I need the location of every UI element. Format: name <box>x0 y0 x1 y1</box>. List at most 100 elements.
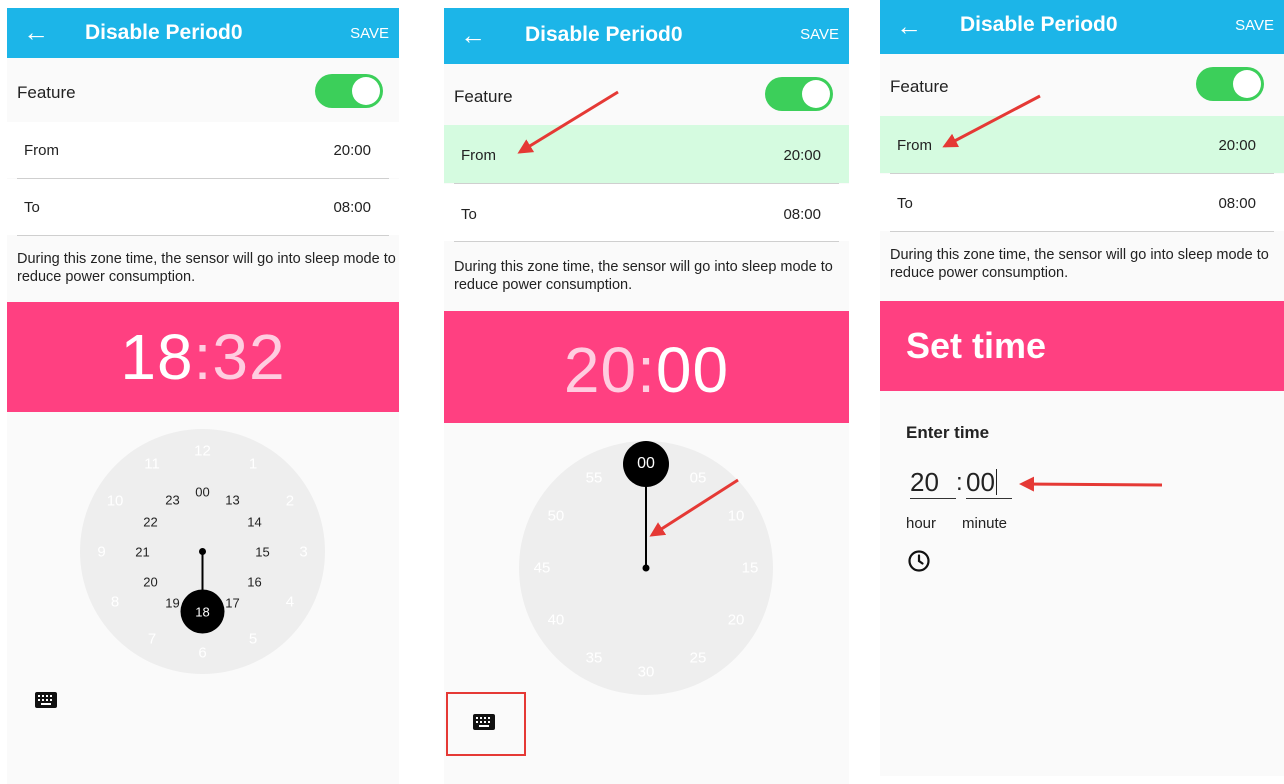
dial-hour-7[interactable]: 7 <box>148 630 156 647</box>
dial-hour-19[interactable]: 19 <box>165 596 179 611</box>
to-row[interactable]: To 08:00 <box>7 179 399 235</box>
dial-hour-11[interactable]: 11 <box>144 456 160 473</box>
dial-hour-23[interactable]: 23 <box>165 492 179 507</box>
minute-input[interactable]: 00 <box>966 467 1012 499</box>
dial-hour-15[interactable]: 15 <box>255 544 269 559</box>
dial-hour-8[interactable]: 8 <box>111 594 119 611</box>
dial-minute-00[interactable]: 00 <box>637 455 655 473</box>
toggle-knob <box>1233 70 1261 98</box>
enter-time-label: Enter time <box>906 423 990 442</box>
dial-hour-12[interactable]: 12 <box>194 442 211 459</box>
from-label: From <box>24 142 59 159</box>
time-header: 20:00 <box>444 311 849 423</box>
hour-display[interactable]: 18 <box>120 321 193 393</box>
from-value: 20:00 <box>783 147 821 164</box>
dial-hour-1[interactable]: 1 <box>249 456 257 473</box>
dial-hour-22[interactable]: 22 <box>143 514 157 529</box>
from-row[interactable]: From 20:00 <box>7 122 399 178</box>
save-button[interactable]: SAVE <box>1235 17 1274 34</box>
feature-label: Feature <box>454 87 513 106</box>
minute-value: 00 <box>966 467 995 497</box>
from-label: From <box>461 147 496 164</box>
dial-hour-16[interactable]: 16 <box>247 574 261 589</box>
feature-toggle[interactable] <box>765 77 833 111</box>
keyboard-icon[interactable] <box>473 714 495 730</box>
dial-minute-10[interactable]: 10 <box>728 508 745 525</box>
to-row[interactable]: To 08:00 <box>880 174 1284 231</box>
dial-hour-2[interactable]: 2 <box>286 493 294 510</box>
to-label: To <box>461 206 477 223</box>
hour-dial[interactable]: 12 1 2 3 4 5 6 7 8 9 10 11 00 13 14 15 16 17 18 19 20 21 22 23 <box>80 429 325 674</box>
dial-minute-55[interactable]: 55 <box>586 469 603 486</box>
dial-hour-17[interactable]: 17 <box>225 596 239 611</box>
dial-minute-25[interactable]: 25 <box>690 650 707 667</box>
panel-keyboard-entry: ← Disable Period0 SAVE Feature From 20:0… <box>880 0 1284 776</box>
dial-hour-5[interactable]: 5 <box>249 630 257 647</box>
dial-minute-30[interactable]: 30 <box>638 664 655 681</box>
clock-hand <box>180 548 225 634</box>
page-title: Disable Period0 <box>85 21 243 44</box>
dial-hour-00[interactable]: 00 <box>195 484 209 499</box>
from-row[interactable]: From 20:00 <box>880 116 1284 173</box>
from-value: 20:00 <box>333 142 371 159</box>
toggle-knob <box>352 77 380 105</box>
to-label: To <box>24 199 40 216</box>
page-title: Disable Period0 <box>525 23 683 46</box>
panel-hour-picker: ← Disable Period0 SAVE Feature From 20:0… <box>7 8 399 784</box>
divider <box>890 231 1274 232</box>
time-header: 18:32 <box>7 302 399 412</box>
from-row[interactable]: From 20:00 <box>444 125 849 183</box>
to-label: To <box>897 195 913 212</box>
back-arrow-icon[interactable]: ← <box>460 22 486 48</box>
dial-minute-45[interactable]: 45 <box>534 560 551 577</box>
dial-hour-21[interactable]: 21 <box>135 544 149 559</box>
to-value: 08:00 <box>1218 195 1256 212</box>
dial-minute-05[interactable]: 05 <box>690 469 707 486</box>
back-arrow-icon[interactable]: ← <box>23 19 49 45</box>
from-value: 20:00 <box>1218 137 1256 154</box>
dial-hour-18[interactable]: 18 <box>195 604 209 619</box>
dial-minute-50[interactable]: 50 <box>548 508 565 525</box>
clock-icon[interactable] <box>907 549 931 573</box>
dial-hour-13[interactable]: 13 <box>225 492 239 507</box>
minute-dial[interactable]: 00 05 10 15 20 25 30 35 40 45 50 55 <box>519 441 773 695</box>
dial-minute-20[interactable]: 20 <box>728 612 745 629</box>
save-button[interactable]: SAVE <box>350 25 389 42</box>
minute-display[interactable]: 32 <box>212 321 285 393</box>
feature-label: Feature <box>890 77 949 96</box>
panel-minute-picker: ← Disable Period0 SAVE Feature From 20:0… <box>444 8 849 784</box>
feature-row: Feature <box>880 54 1284 116</box>
minute-display[interactable]: 00 <box>656 334 729 406</box>
back-arrow-icon[interactable]: ← <box>896 13 922 39</box>
set-time-title: Set time <box>906 325 1047 366</box>
dial-hour-3[interactable]: 3 <box>299 543 307 560</box>
hour-input[interactable]: 20 <box>910 467 956 499</box>
hour-display[interactable]: 20 <box>564 334 637 406</box>
dial-hour-20[interactable]: 20 <box>143 574 157 589</box>
description-text: During this zone time, the sensor will g… <box>454 259 833 293</box>
dial-hour-6[interactable]: 6 <box>198 644 206 661</box>
to-row[interactable]: To 08:00 <box>444 184 849 241</box>
dial-minute-15[interactable]: 15 <box>742 560 759 577</box>
feature-toggle[interactable] <box>1196 67 1264 101</box>
feature-toggle[interactable] <box>315 74 383 108</box>
minute-label: minute <box>962 515 1008 532</box>
toolbar: ← Disable Period0 SAVE <box>7 8 399 58</box>
toggle-knob <box>802 80 830 108</box>
save-button[interactable]: SAVE <box>800 26 839 43</box>
time-display: 18:32 <box>7 320 399 394</box>
divider <box>454 241 839 242</box>
to-value: 08:00 <box>783 206 821 223</box>
keyboard-icon[interactable] <box>35 692 57 708</box>
dial-hour-4[interactable]: 4 <box>286 594 294 611</box>
from-label: From <box>897 137 932 154</box>
dial-minute-35[interactable]: 35 <box>586 650 603 667</box>
dial-hour-9[interactable]: 9 <box>97 543 105 560</box>
description-text: During this zone time, the sensor will g… <box>17 251 396 285</box>
dial-minute-40[interactable]: 40 <box>548 612 565 629</box>
dial-hour-14[interactable]: 14 <box>247 514 261 529</box>
time-separator: : <box>637 334 656 406</box>
time-display: 20:00 <box>444 333 849 407</box>
dial-hour-10[interactable]: 10 <box>107 493 124 510</box>
divider <box>17 235 389 236</box>
